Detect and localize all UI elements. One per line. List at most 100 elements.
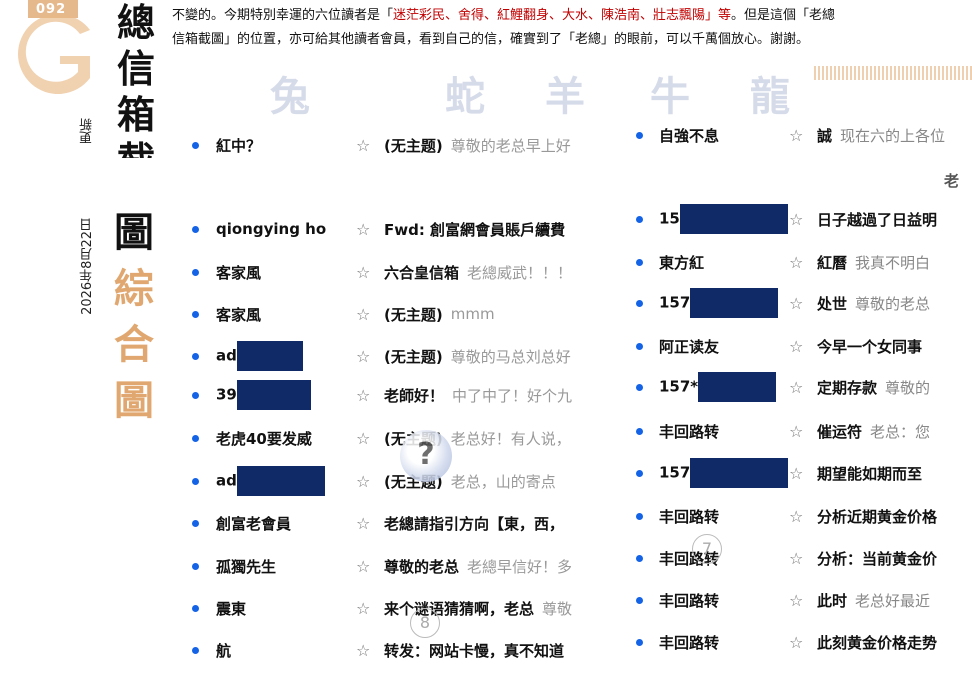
mail-subject: 催运符: [817, 422, 863, 441]
star-icon[interactable]: ☆: [356, 305, 378, 324]
mail-row[interactable]: 157* ☆ 定期存款 尊敬的: [636, 372, 972, 402]
star-icon[interactable]: ☆: [789, 507, 811, 526]
unread-dot-icon: [636, 512, 643, 520]
sender-text: 老虎40要发威: [216, 429, 312, 448]
mail-sender: 丰回路转: [659, 590, 789, 611]
mail-subject: 此时: [817, 591, 848, 610]
mail-sender: 客家風: [216, 262, 356, 283]
mail-subject: (无主题): [384, 347, 443, 366]
star-icon[interactable]: ☆: [789, 126, 811, 145]
star-icon[interactable]: ☆: [356, 641, 378, 660]
star-icon[interactable]: ☆: [789, 337, 811, 356]
mail-preview: 中了中了！好个九: [452, 386, 573, 405]
mail-sender: 157: [659, 458, 789, 488]
mail-preview: 尊敬: [542, 599, 573, 618]
star-icon[interactable]: ☆: [356, 472, 378, 491]
mail-sender: 東方紅: [659, 252, 789, 273]
mail-subject: 分析近期黄金价格: [817, 507, 938, 526]
star-icon[interactable]: ☆: [356, 599, 378, 618]
mail-row[interactable]: 震東 ☆ 来个谜语猜猜啊，老总 尊敬: [192, 596, 602, 620]
sender-text: 丰回路转: [659, 591, 720, 610]
mail-subject: 尊敬的老总: [384, 557, 460, 576]
sender-text: 客家風: [216, 305, 262, 324]
mail-subject: 老師好！: [384, 386, 445, 405]
mail-preview: 尊敬的老总早上好: [450, 136, 571, 155]
mail-row[interactable]: 丰回路转 ☆ 此时 老总好最近: [636, 588, 972, 612]
mail-preview: 老總早信好！多: [467, 557, 573, 576]
unread-dot-icon: [192, 268, 199, 276]
mail-row[interactable]: 孤獨先生 ☆ 尊敬的老总 老總早信好！多: [192, 554, 602, 578]
mail-row[interactable]: ad ☆ (无主题) 老总，山的寄点: [192, 466, 602, 496]
mail-subject: 紅曆: [817, 253, 848, 272]
star-icon[interactable]: ☆: [356, 263, 378, 282]
mail-preview: 老总好！有人说，: [450, 429, 571, 448]
mail-row[interactable]: 老虎40要发威☆(无主题)老总好！有人说，: [192, 426, 602, 450]
unread-dot-icon: [636, 638, 643, 646]
mail-subject: 今早一个女同事: [817, 337, 923, 356]
sender-text: 15: [659, 209, 680, 228]
mail-row[interactable]: 39 ☆ 老師好！ 中了中了！好个九: [192, 380, 602, 410]
mail-sender: 客家風: [216, 304, 356, 325]
sender-text: 丰回路转: [659, 422, 720, 441]
unread-dot-icon: [636, 596, 643, 604]
page-title-top: 總 信 箱 截: [110, 0, 162, 158]
mail-row[interactable]: 157 ☆ 处世 尊敬的老总: [636, 288, 972, 318]
mail-row[interactable]: ad ☆ (无主题) 尊敬的马总刘总好: [192, 341, 602, 371]
mail-row[interactable]: 航 ☆ 转发：网站卡慢，真不知道: [192, 638, 602, 662]
mail-sender: 阿正读友: [659, 336, 789, 357]
star-icon[interactable]: ☆: [356, 386, 378, 405]
title-char: 總: [116, 0, 155, 45]
mail-sender: 震東: [216, 598, 356, 619]
star-icon[interactable]: ☆: [789, 210, 811, 229]
mail-row[interactable]: 15 ☆ 日子越過了日益明: [636, 204, 972, 234]
mail-sender: 15: [659, 204, 789, 234]
mail-sender: 孤獨先生: [216, 556, 356, 577]
mail-subject: 转发：网站卡慢，真不知道: [384, 641, 565, 660]
mail-preview: 老总，山的寄点: [450, 472, 556, 491]
mail-row[interactable]: 創富老會員 ☆ 老總請指引方向【東，西，: [192, 511, 602, 535]
star-icon[interactable]: ☆: [789, 253, 811, 272]
mail-row[interactable]: 紅中？ ☆ (无主题) 尊敬的老总早上好: [192, 133, 602, 157]
star-icon[interactable]: ☆: [356, 429, 378, 448]
sender-text: 震東: [216, 599, 247, 618]
logo-number: 092: [36, 2, 67, 17]
sender-text: 阿正读友: [659, 337, 720, 356]
star-icon[interactable]: ☆: [789, 422, 811, 441]
mail-sender: ad: [216, 466, 356, 496]
mail-row[interactable]: 客家風 ☆ (无主题) mmm: [192, 302, 602, 326]
mail-row[interactable]: 丰回路转 ☆ 此刻黄金价格走势: [636, 630, 972, 654]
star-icon[interactable]: ☆: [789, 378, 811, 397]
mail-row[interactable]: 丰回路转 ☆ 催运符 老总：您: [636, 419, 972, 443]
sender-text: 客家風: [216, 263, 262, 282]
star-icon[interactable]: ☆: [789, 294, 811, 313]
star-icon[interactable]: ☆: [356, 136, 378, 155]
mail-row[interactable]: 丰回路转 ☆ 分析：当前黄金价: [636, 546, 972, 570]
mail-subject: 来个谜语猜猜啊，老总: [384, 599, 535, 618]
star-icon[interactable]: ☆: [789, 633, 811, 652]
unread-dot-icon: [636, 258, 643, 266]
mail-preview: 我真不明白: [855, 253, 931, 272]
sender-text: 孤獨先生: [216, 557, 277, 576]
star-icon[interactable]: ☆: [356, 220, 378, 239]
mail-preview: 尊敬的马总刘总好: [450, 347, 571, 366]
unread-dot-icon: [192, 391, 199, 399]
mail-subject: 此刻黄金价格走势: [817, 633, 938, 652]
mail-row[interactable]: 丰回路转 ☆ 分析近期黄金价格: [636, 504, 972, 528]
star-icon[interactable]: ☆: [789, 464, 811, 483]
mail-sender: 丰回路转: [659, 421, 789, 442]
star-icon[interactable]: ☆: [356, 347, 378, 366]
unread-dot-icon: [636, 342, 643, 350]
mail-row[interactable]: 157 ☆ 期望能如期而至: [636, 458, 972, 488]
star-icon[interactable]: ☆: [356, 514, 378, 533]
mail-row[interactable]: qiongying ho ☆ Fwd: 創富網會員賬戶續費: [192, 217, 602, 241]
inbox-list-right: 自強不息 ☆ 誠现在六的上各位 15 ☆ 日子越過了日益明 東方紅 ☆ 紅曆 我真不明白 157 ☆ 处…: [636, 0, 972, 678]
star-icon[interactable]: ☆: [789, 591, 811, 610]
mail-row[interactable]: 阿正读友 ☆ 今早一个女同事: [636, 334, 972, 358]
redaction-block: [679, 204, 788, 234]
mail-row[interactable]: 東方紅 ☆ 紅曆 我真不明白: [636, 250, 972, 274]
mail-row[interactable]: 客家風 ☆ 六合皇信箱 老總威武！！！: [192, 260, 602, 284]
star-icon[interactable]: ☆: [356, 557, 378, 576]
mail-row[interactable]: 自強不息 ☆ 誠现在六的上各位: [636, 123, 972, 147]
star-icon[interactable]: ☆: [789, 549, 811, 568]
sender-text: 航: [216, 641, 232, 660]
